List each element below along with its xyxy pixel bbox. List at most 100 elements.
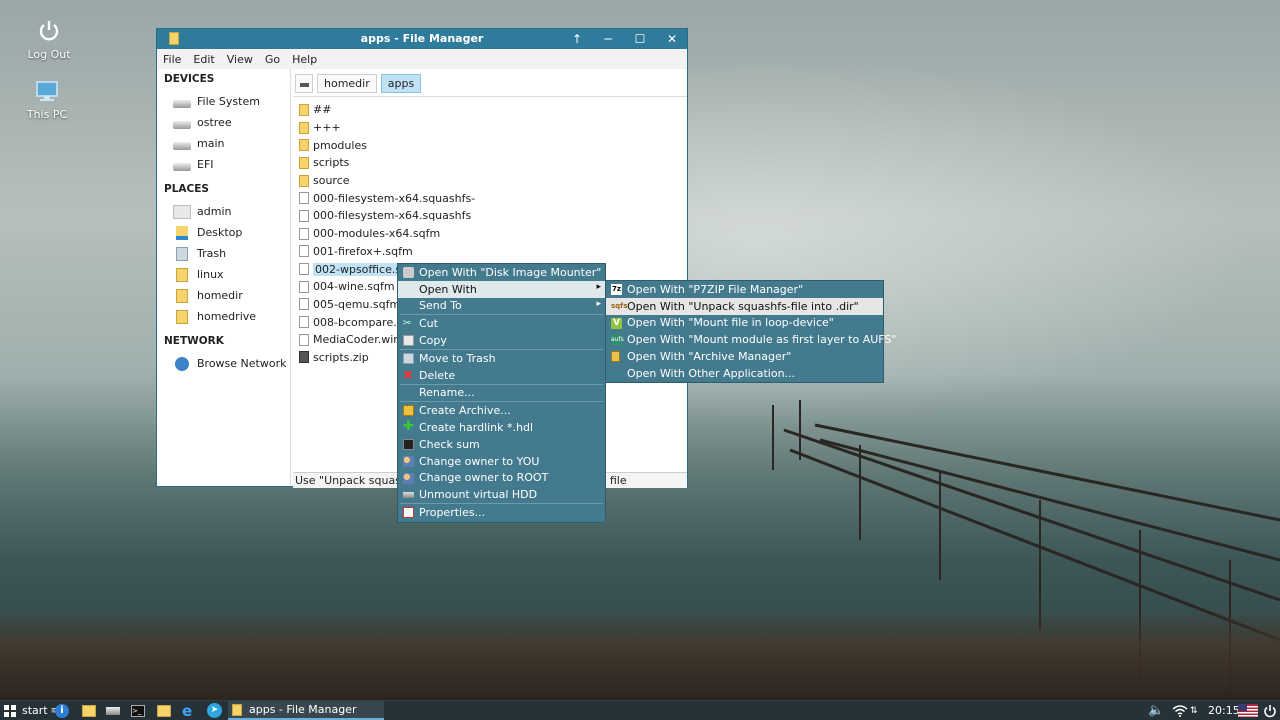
home-icon xyxy=(173,204,191,219)
folder-icon xyxy=(299,103,309,116)
launcher-files[interactable] xyxy=(82,701,96,720)
path-crumb-homedir[interactable]: homedir xyxy=(317,73,377,93)
launcher-drive[interactable] xyxy=(106,701,120,720)
menu-item-unmount-virtual-hdd[interactable]: Unmount virtual HDD xyxy=(398,486,605,503)
path-bar: homedir apps xyxy=(293,69,687,97)
launcher-folder[interactable] xyxy=(157,701,171,720)
network-heading: NETWORK xyxy=(164,335,224,347)
folder-icon xyxy=(299,156,309,169)
window-titlebar[interactable]: apps - File Manager ↑ ─ ☐ ✕ xyxy=(157,29,687,49)
submenu-item-mount-loop[interactable]: V Open With "Mount file in loop-device" xyxy=(606,315,883,332)
menu-item-delete[interactable]: ✖ Delete xyxy=(398,367,605,384)
menu-view[interactable]: View xyxy=(227,53,253,66)
menu-item-label: Change owner to ROOT xyxy=(419,471,549,485)
shade-up-icon[interactable]: ↑ xyxy=(569,31,585,47)
computer-icon xyxy=(36,81,58,101)
file-name: scripts.zip xyxy=(313,350,369,364)
list-item[interactable]: 000-filesystem-x64.squashfs xyxy=(293,207,687,225)
drive-icon xyxy=(173,120,191,129)
desktop-logout[interactable]: Log Out xyxy=(14,18,84,61)
desktop-this-pc[interactable]: This PC xyxy=(12,80,82,121)
close-button[interactable]: ✕ xyxy=(664,31,680,47)
sidebar-item-browse-network[interactable]: Browse Network xyxy=(157,353,290,374)
sidebar-item-homedrive[interactable]: homedrive xyxy=(157,306,290,327)
file-name: MediaCoder.wim xyxy=(313,333,404,347)
menu-item-send-to[interactable]: Send To ▸ xyxy=(398,298,605,315)
menu-item-rename[interactable]: Rename... xyxy=(398,385,605,402)
sidebar-item-trash[interactable]: Trash xyxy=(157,243,290,264)
sidebar-item-homedir[interactable]: homedir xyxy=(157,285,290,306)
power-button[interactable] xyxy=(1263,701,1277,720)
list-item[interactable]: +++ xyxy=(293,119,687,137)
launcher-terminal[interactable]: >_ xyxy=(131,701,145,720)
disk-icon xyxy=(403,267,414,278)
menu-item-label: Copy xyxy=(419,334,447,348)
menu-go[interactable]: Go xyxy=(265,53,280,66)
sidebar-item-ostree[interactable]: ostree xyxy=(157,112,290,133)
minimize-button[interactable]: ─ xyxy=(600,31,616,47)
sidebar-item-main[interactable]: main xyxy=(157,133,290,154)
info-icon: i xyxy=(55,703,69,718)
task-label: apps - File Manager xyxy=(249,703,357,716)
list-item[interactable]: 001-firefox+.sqfm xyxy=(293,243,687,261)
path-crumb-apps[interactable]: apps xyxy=(380,73,422,93)
submenu-item-p7zip[interactable]: 7z Open With "P7ZIP File Manager" xyxy=(606,281,883,298)
drive-icon xyxy=(173,162,191,171)
task-file-manager[interactable]: apps - File Manager xyxy=(228,701,384,720)
menu-item-open-with[interactable]: Open With ▸ xyxy=(398,280,605,298)
menu-item-open-disk-image-mounter[interactable]: Open With "Disk Image Mounter" xyxy=(398,264,605,281)
sidebar-item-linux[interactable]: linux xyxy=(157,264,290,285)
menu-item-create-hardlink[interactable]: ✚ Create hardlink *.hdl xyxy=(398,419,605,436)
menu-item-check-sum[interactable]: Check sum xyxy=(398,436,605,453)
menu-item-properties[interactable]: Properties... xyxy=(398,504,605,521)
sidebar-item-desktop[interactable]: Desktop xyxy=(157,222,290,243)
folder-icon xyxy=(176,309,188,324)
sidebar-item-filesystem[interactable]: File System xyxy=(157,91,290,112)
list-item[interactable]: pmodules xyxy=(293,136,687,154)
terminal-icon: >_ xyxy=(131,704,145,717)
power-icon xyxy=(1264,704,1276,717)
menu-item-change-owner-root[interactable]: Change owner to ROOT xyxy=(398,470,605,487)
clock[interactable]: 20:15 xyxy=(1208,701,1240,720)
menu-item-copy[interactable]: Copy xyxy=(398,332,605,349)
list-item[interactable]: ## xyxy=(293,101,687,119)
list-item[interactable]: 000-modules-x64.sqfm xyxy=(293,225,687,243)
menu-file[interactable]: File xyxy=(163,53,181,66)
power-icon xyxy=(39,21,59,41)
menu-item-cut[interactable]: ✂ Cut xyxy=(398,315,605,332)
launcher-info[interactable]: i xyxy=(55,701,69,720)
list-item[interactable]: source xyxy=(293,172,687,190)
sidebar-item-label: Trash xyxy=(197,247,227,260)
submenu-item-archive-manager[interactable]: Open With "Archive Manager" xyxy=(606,348,883,365)
menu-item-label: Change owner to YOU xyxy=(419,454,540,468)
taskbar: start ≡ i >_ e ➤ apps - File Manager 🔈 ⇅… xyxy=(0,701,1280,720)
volume-icon[interactable]: 🔈 xyxy=(1148,701,1164,720)
network-status-icon[interactable]: ⇅ xyxy=(1190,701,1198,720)
maximize-button[interactable]: ☐ xyxy=(632,31,648,47)
menu-item-label: Open With "Mount file in loop-device" xyxy=(627,316,834,330)
submenu-item-mount-aufs[interactable]: aufs Open With "Mount module as first lay… xyxy=(606,331,896,348)
start-button[interactable]: start ≡ xyxy=(3,701,58,720)
list-item[interactable]: scripts xyxy=(293,154,687,172)
network-icon xyxy=(175,356,189,371)
list-item[interactable]: 000-filesystem-x64.squashfs- xyxy=(293,189,687,207)
sidebar-item-admin[interactable]: admin xyxy=(157,201,290,222)
wifi-icon[interactable] xyxy=(1172,701,1188,720)
menu-help[interactable]: Help xyxy=(292,53,317,66)
places-heading: PLACES xyxy=(164,183,209,195)
sidebar-item-efi[interactable]: EFI xyxy=(157,154,290,175)
submenu-item-other-application[interactable]: Open With Other Application... xyxy=(606,365,883,382)
path-root-button[interactable] xyxy=(295,73,313,93)
launcher-browser[interactable]: e xyxy=(182,701,192,720)
menu-item-move-to-trash[interactable]: Move to Trash xyxy=(398,350,605,367)
menu-item-create-archive[interactable]: Create Archive... xyxy=(398,402,605,419)
language-flag-icon[interactable] xyxy=(1238,701,1258,720)
open-with-submenu: 7z Open With "P7ZIP File Manager" sqfs Ope… xyxy=(605,280,896,383)
launcher-telegram[interactable]: ➤ xyxy=(207,701,222,720)
folder-icon xyxy=(299,121,309,134)
menu-edit[interactable]: Edit xyxy=(193,53,214,66)
menu-item-change-owner-you[interactable]: Change owner to YOU xyxy=(398,453,605,470)
submenu-item-unpack-squashfs[interactable]: sqfs Open With "Unpack squashfs-file into… xyxy=(606,297,883,315)
wallpaper-rocks xyxy=(0,610,1280,700)
menu-item-label: Rename... xyxy=(419,386,475,400)
